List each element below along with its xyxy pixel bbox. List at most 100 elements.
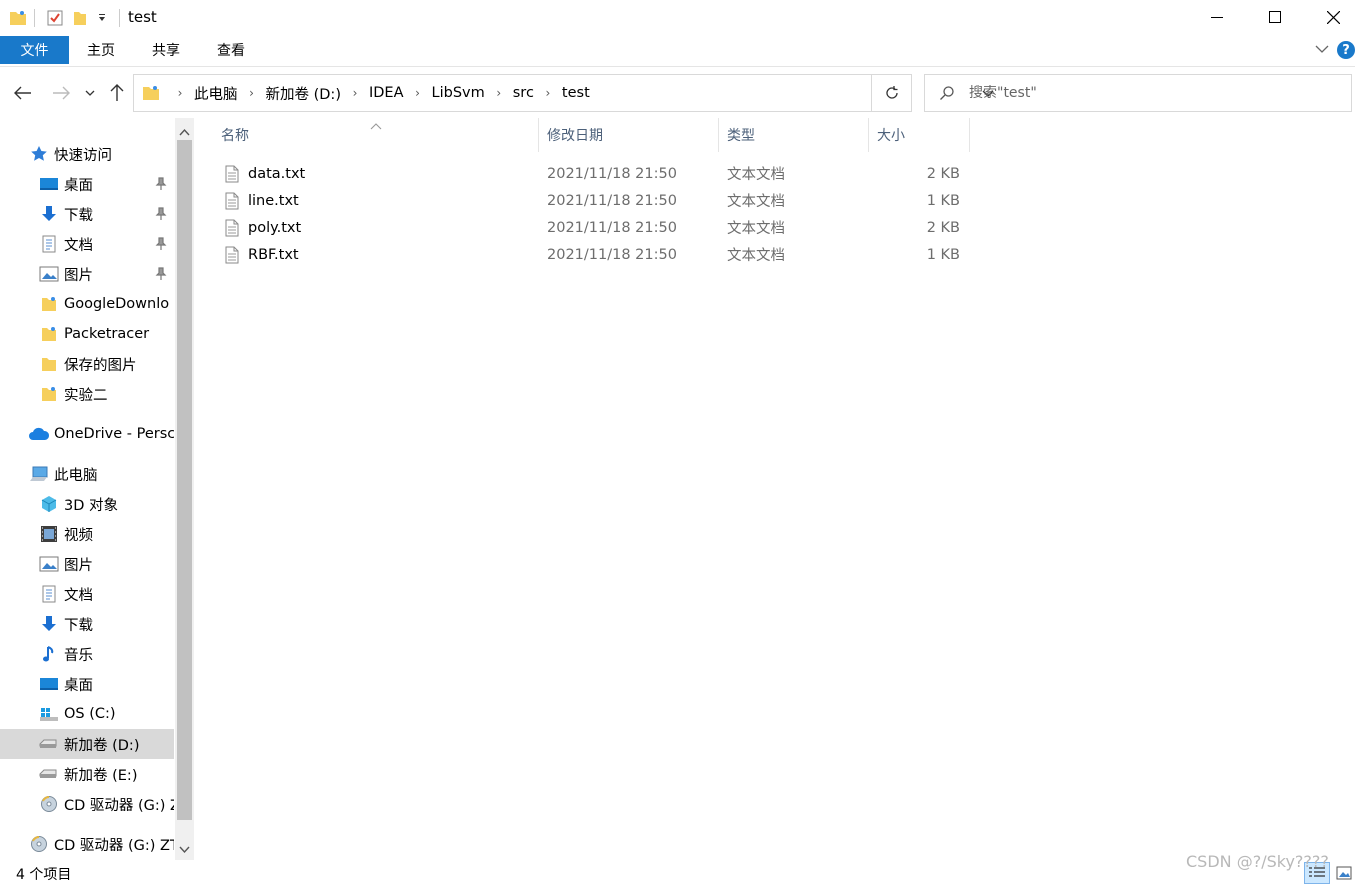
column-header-name[interactable]: 名称 xyxy=(213,118,539,152)
recent-locations-button[interactable] xyxy=(82,82,98,104)
navigation-pane: 快速访问 桌面 下载 文档 图片 GoogleDownlo Packetrace… xyxy=(0,118,196,860)
nav-label: 桌面 xyxy=(64,177,93,194)
expand-ribbon-chevron-icon[interactable] xyxy=(1314,42,1330,60)
folder-icon xyxy=(38,354,60,374)
download-icon xyxy=(38,204,60,224)
cd-icon xyxy=(38,794,60,814)
nav-item-desktop[interactable]: 桌面 xyxy=(0,169,174,199)
nav-item-pictures[interactable]: 图片 xyxy=(0,259,174,289)
nav-item-drive-c[interactable]: OS (C:) xyxy=(0,699,174,729)
minimize-button[interactable] xyxy=(1188,0,1246,34)
nav-label: 下载 xyxy=(64,207,93,224)
pin-icon[interactable] xyxy=(155,237,167,255)
navigation-row: › 此电脑 › 新加卷 (D:) › IDEA › LibSvm › src ›… xyxy=(0,72,1355,114)
nav-item-downloads[interactable]: 下载 xyxy=(0,199,174,229)
breadcrumb-separator[interactable]: › xyxy=(166,86,194,100)
large-icons-view-button[interactable] xyxy=(1334,864,1354,882)
nav-item-drive-e[interactable]: 新加卷 (E:) xyxy=(0,759,174,789)
watermark: CSDN @?/Sky???? xyxy=(1186,852,1329,871)
cd-icon xyxy=(28,834,50,854)
address-bar[interactable]: › 此电脑 › 新加卷 (D:) › IDEA › LibSvm › src ›… xyxy=(133,74,994,112)
column-header-modified[interactable]: 修改日期 xyxy=(539,118,719,152)
arrow-up-icon xyxy=(110,84,124,101)
scroll-thumb[interactable] xyxy=(177,140,192,820)
drive-icon xyxy=(38,764,60,784)
cube-icon xyxy=(38,494,60,514)
file-row[interactable]: poly.txt 2021/11/18 21:50 文本文档 2 KB xyxy=(218,214,970,241)
nav-item-saved-pictures[interactable]: 保存的图片 xyxy=(0,349,174,379)
search-input[interactable] xyxy=(969,85,1329,101)
nav-item-pc-documents[interactable]: 文档 xyxy=(0,579,174,609)
file-row[interactable]: data.txt 2021/11/18 21:50 文本文档 2 KB xyxy=(218,160,970,187)
breadcrumb-separator[interactable]: › xyxy=(485,86,513,100)
forward-button[interactable] xyxy=(50,82,72,104)
pin-icon[interactable] xyxy=(155,177,167,195)
file-type: 文本文档 xyxy=(727,248,785,264)
nav-quick-access[interactable]: 快速访问 xyxy=(0,139,174,169)
tab-file[interactable]: 文件 xyxy=(0,36,69,64)
nav-item-3d-objects[interactable]: 3D 对象 xyxy=(0,489,174,519)
maximize-button[interactable] xyxy=(1246,0,1304,34)
breadcrumb-separator[interactable]: › xyxy=(404,86,432,100)
breadcrumb-separator[interactable]: › xyxy=(534,86,562,100)
nav-item-drive-d[interactable]: 新加卷 (D:) xyxy=(0,729,174,759)
nav-item-pc-downloads[interactable]: 下载 xyxy=(0,609,174,639)
breadcrumb-idea[interactable]: IDEA xyxy=(369,85,404,101)
breadcrumb-libsvm[interactable]: LibSvm xyxy=(432,85,485,101)
scroll-down-icon[interactable] xyxy=(179,842,190,858)
nav-label: 此电脑 xyxy=(54,467,98,484)
pin-icon[interactable] xyxy=(155,267,167,285)
tab-home[interactable]: 主页 xyxy=(70,36,132,64)
title-bar: test xyxy=(0,0,1355,36)
breadcrumb-separator[interactable]: › xyxy=(238,86,266,100)
nav-label: 文档 xyxy=(64,237,93,254)
folder-icon xyxy=(38,294,60,314)
document-icon xyxy=(38,234,60,254)
search-box[interactable] xyxy=(924,74,1352,112)
tab-view[interactable]: 查看 xyxy=(200,36,262,64)
breadcrumb-src[interactable]: src xyxy=(513,85,534,101)
cloud-icon xyxy=(28,424,50,444)
navigation-scrollbar[interactable] xyxy=(175,118,194,860)
nav-item-pc-desktop[interactable]: 桌面 xyxy=(0,669,174,699)
up-button[interactable] xyxy=(106,82,128,104)
properties-icon[interactable] xyxy=(46,8,64,28)
nav-item-experiment-2[interactable]: 实验二 xyxy=(0,379,174,409)
pin-icon[interactable] xyxy=(155,207,167,225)
nav-onedrive[interactable]: OneDrive - Persc xyxy=(0,419,174,449)
back-button[interactable] xyxy=(12,82,34,104)
new-folder-icon[interactable] xyxy=(72,8,88,28)
refresh-icon xyxy=(885,86,898,99)
file-name: RBF.txt xyxy=(248,246,299,263)
breadcrumb-test[interactable]: test xyxy=(562,85,590,101)
nav-this-pc[interactable]: 此电脑 xyxy=(0,459,174,489)
refresh-button[interactable] xyxy=(872,74,912,112)
help-icon[interactable]: ? xyxy=(1337,41,1355,59)
breadcrumb-this-pc[interactable]: 此电脑 xyxy=(194,83,238,104)
nav-item-music[interactable]: 音乐 xyxy=(0,639,174,669)
file-modified: 2021/11/18 21:50 xyxy=(547,165,677,182)
file-modified: 2021/11/18 21:50 xyxy=(547,192,677,209)
pictures-icon xyxy=(38,554,60,574)
column-header-size[interactable]: 大小 xyxy=(869,118,970,152)
nav-item-cd-drive[interactable]: CD 驱动器 (G:) Z xyxy=(0,789,174,819)
breadcrumb-drive-d[interactable]: 新加卷 (D:) xyxy=(266,83,341,104)
file-size: 1 KB xyxy=(926,192,960,209)
nav-item-videos[interactable]: 视频 xyxy=(0,519,174,549)
item-count: 4 个项目 xyxy=(16,867,72,883)
breadcrumb-separator[interactable]: › xyxy=(341,86,369,100)
nav-item-documents[interactable]: 文档 xyxy=(0,229,174,259)
nav-item-googledownload[interactable]: GoogleDownlo xyxy=(0,289,174,319)
nav-item-packetracer[interactable]: Packetracer xyxy=(0,319,174,349)
customize-qa-chevron-icon[interactable] xyxy=(96,8,108,28)
close-button[interactable] xyxy=(1304,0,1355,34)
nav-label: GoogleDownlo xyxy=(64,296,170,312)
column-header-type[interactable]: 类型 xyxy=(719,118,869,152)
nav-cd-drive-root[interactable]: CD 驱动器 (G:) ZT xyxy=(0,829,174,859)
window-title: test xyxy=(128,8,157,26)
nav-item-pc-pictures[interactable]: 图片 xyxy=(0,549,174,579)
file-row[interactable]: line.txt 2021/11/18 21:50 文本文档 1 KB xyxy=(218,187,970,214)
file-row[interactable]: RBF.txt 2021/11/18 21:50 文本文档 1 KB xyxy=(218,241,970,268)
scroll-up-icon[interactable] xyxy=(179,124,190,140)
tab-share[interactable]: 共享 xyxy=(134,36,198,64)
